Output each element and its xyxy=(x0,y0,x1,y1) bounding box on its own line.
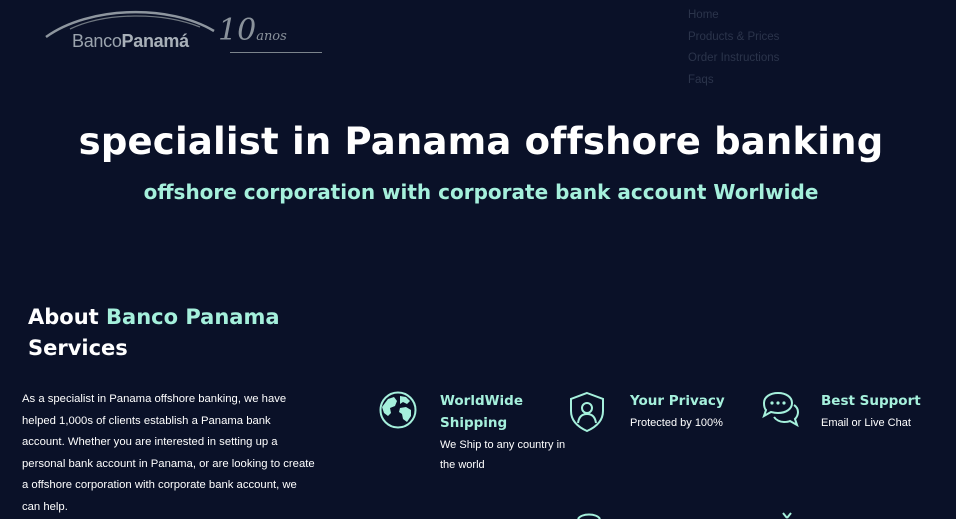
feature-support-description: Email or Live Chat xyxy=(821,417,911,429)
globe-icon xyxy=(379,391,417,429)
nav-item-home[interactable]: Home xyxy=(688,5,779,27)
about-title: About Banco Panama Services xyxy=(28,302,280,364)
logo-brand: BancoPanamá xyxy=(72,31,189,52)
logo-years-suffix: anos xyxy=(256,29,287,44)
nav-item-faqs[interactable]: Faqs xyxy=(688,70,779,92)
partial-cross-icon xyxy=(782,512,792,519)
feature-shipping-description: We Ship to any country in the world xyxy=(440,439,566,471)
logo-anniversary: 10anos xyxy=(218,16,287,52)
partial-circle-icon xyxy=(577,513,601,519)
nav-item-order-instructions[interactable]: Order Instructions xyxy=(688,48,779,70)
chat-bubbles-icon xyxy=(762,391,800,428)
about-text: As a specialist in Panama offshore banki… xyxy=(22,393,315,513)
logo-brand-regular: Banco xyxy=(72,31,122,51)
site-logo[interactable]: BancoPanamá 10anos xyxy=(44,10,324,58)
feature-privacy-title: Your Privacy xyxy=(630,393,725,409)
feature-privacy-description: Protected by 100% xyxy=(630,417,723,429)
about-title-accent: Banco Panama xyxy=(106,305,280,329)
feature-shipping-title: WorldWide Shipping xyxy=(440,393,523,431)
hero-title: specialist in Panama offshore banking xyxy=(78,120,884,163)
feature-support-title: Best Support xyxy=(821,393,921,409)
main-nav: Home Products & Prices Order Instruction… xyxy=(688,5,779,91)
shield-user-icon xyxy=(570,391,604,433)
logo-underline xyxy=(230,52,322,53)
hero-subtitle: offshore corporation with corporate bank… xyxy=(143,180,819,204)
about-title-prefix: About xyxy=(28,305,99,329)
about-title-suffix: Services xyxy=(28,336,128,360)
logo-brand-bold: Panamá xyxy=(121,31,190,51)
logo-years: 10 xyxy=(218,13,257,48)
nav-item-products-prices[interactable]: Products & Prices xyxy=(688,27,779,49)
